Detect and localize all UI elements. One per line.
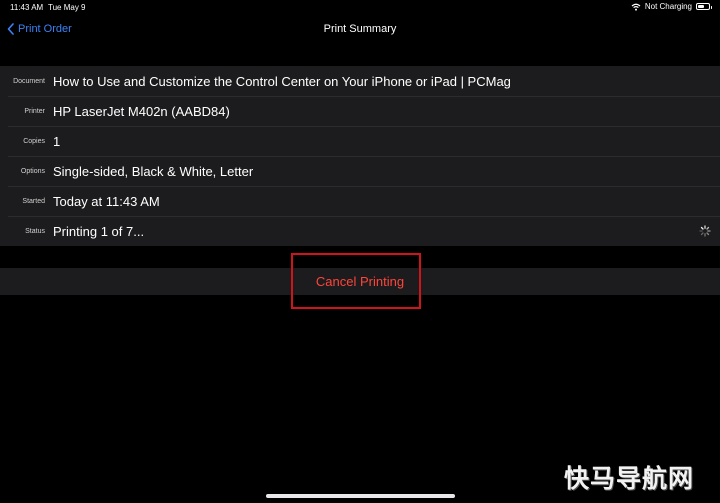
spinner-icon <box>699 225 711 237</box>
row-value: How to Use and Customize the Control Cen… <box>53 73 511 89</box>
battery-icon <box>696 3 712 10</box>
charging-status: Not Charging <box>644 2 692 11</box>
watermark: 快马导航网 <box>563 464 694 493</box>
summary-row-printer: Printer HP LaserJet M402n (AABD84) <box>0 96 720 126</box>
row-value: Today at 11:43 AM <box>53 193 160 209</box>
summary-row-status: Status Printing 1 of 7... <box>0 216 720 246</box>
row-label: Status <box>25 227 45 235</box>
row-label: Document <box>13 77 45 85</box>
row-value: Single-sided, Black & White, Letter <box>53 163 254 179</box>
print-summary-list: Document How to Use and Customize the Co… <box>0 66 720 246</box>
home-indicator[interactable] <box>266 494 455 498</box>
row-value: HP LaserJet M402n (AABD84) <box>53 103 230 119</box>
status-bar: 11:43 AM Tue May 9 Not Charging <box>0 0 720 14</box>
summary-row-started: Started Today at 11:43 AM <box>0 186 720 216</box>
summary-row-copies: Copies 1 <box>0 126 720 156</box>
row-label: Copies <box>23 137 45 145</box>
navigation-bar: Print Order Print Summary <box>0 16 720 44</box>
row-label: Started <box>22 197 45 205</box>
status-date: Tue May 9 <box>48 3 86 12</box>
wifi-icon <box>631 3 641 11</box>
status-time: 11:43 AM <box>10 3 44 12</box>
row-value: 1 <box>53 133 61 149</box>
row-value: Printing 1 of 7... <box>53 223 145 239</box>
summary-row-document: Document How to Use and Customize the Co… <box>0 66 720 96</box>
battery-level-fill <box>698 5 705 8</box>
page-title: Print Summary <box>323 23 397 35</box>
highlight-box <box>291 253 421 309</box>
row-label: Options <box>20 167 45 175</box>
status-right: Not Charging <box>631 2 712 11</box>
row-label: Printer <box>24 107 45 115</box>
summary-row-options: Options Single-sided, Black & White, Let… <box>0 156 720 186</box>
